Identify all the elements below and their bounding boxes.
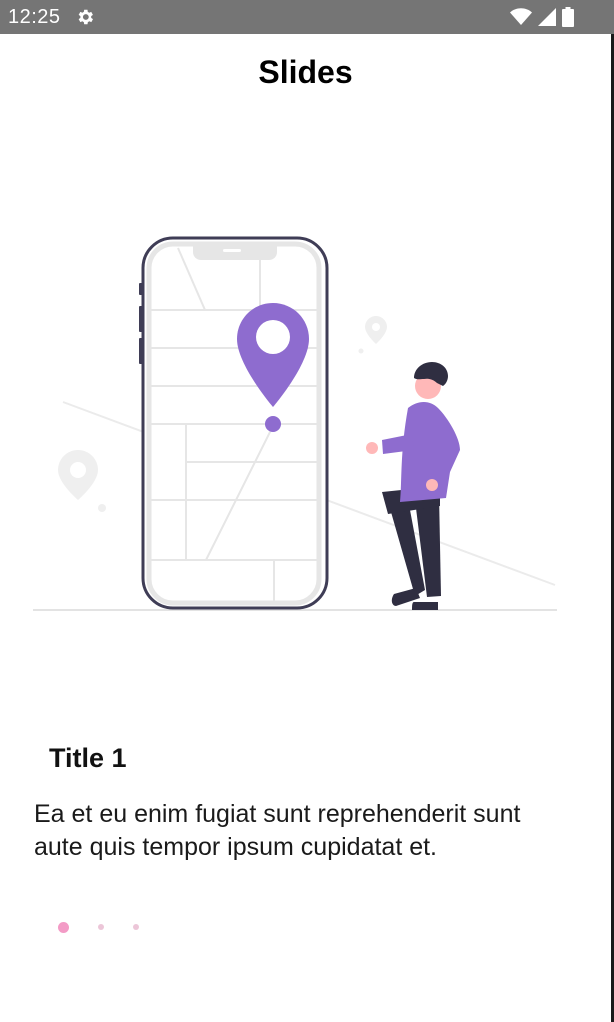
pager-dot[interactable] <box>133 924 139 930</box>
gear-icon <box>75 7 95 27</box>
faint-pin-icon <box>358 316 387 354</box>
slide-description: Ea et eu enim fugiat sunt reprehenderit … <box>34 800 521 861</box>
signal-icon <box>538 8 556 26</box>
phone-icon <box>141 236 329 610</box>
map-pin-phone-illustration <box>30 230 560 615</box>
wifi-icon <box>510 8 532 26</box>
status-icons <box>510 7 606 27</box>
status-time: 12:25 <box>8 5 61 28</box>
pager-dots <box>58 918 139 936</box>
status-bar: 12:25 <box>0 0 614 34</box>
person-icon <box>366 362 460 610</box>
pager-dot[interactable] <box>58 921 69 933</box>
faint-pin-icon <box>58 450 106 512</box>
page-title: Slides <box>258 54 353 90</box>
slide-title: Title 1 <box>49 743 127 773</box>
battery-icon <box>562 7 574 27</box>
pager-dot[interactable] <box>98 924 104 930</box>
